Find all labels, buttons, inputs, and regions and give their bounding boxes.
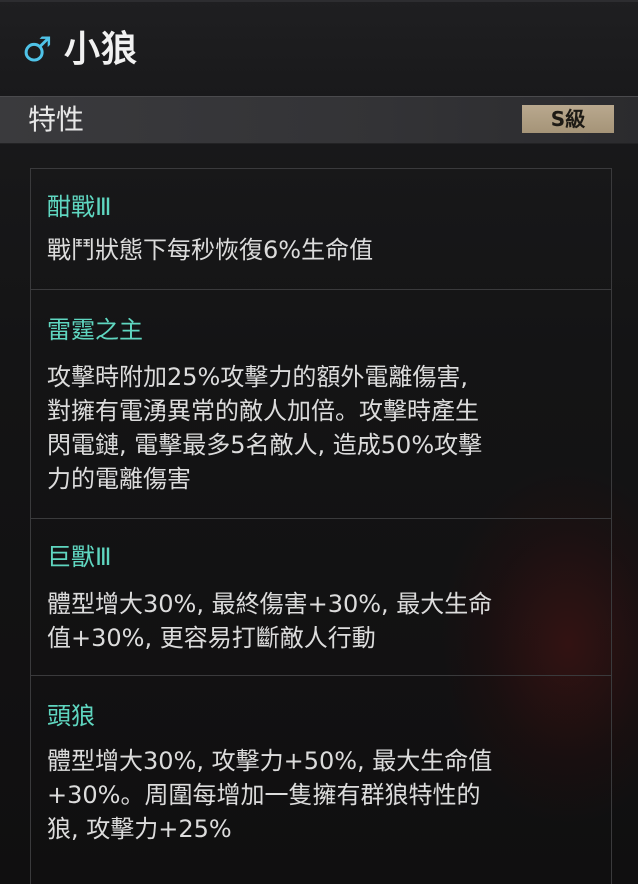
trait-description: 戰鬥狀態下每秒恢復6%生命值: [47, 236, 374, 264]
trait-description: 體型增大30%, 攻擊力+50%, 最大生命值 +30%。周圍每增加一隻擁有群狼…: [47, 747, 493, 843]
trait-name: 雷霆之主: [47, 316, 143, 344]
trait-list: 酣戰Ⅲ 戰鬥狀態下每秒恢復6%生命值 雷霆之主 攻擊時附加25%攻擊力的額外電離…: [30, 168, 612, 884]
trait-name: 巨獸Ⅲ: [47, 543, 112, 571]
grade-badge: S級: [522, 105, 614, 133]
trait-name: 頭狼: [47, 702, 95, 730]
trait-description: 體型增大30%, 最終傷害+30%, 最大生命 值+30%, 更容易打斷敵人行動: [47, 590, 493, 652]
male-icon: ♂: [22, 30, 53, 70]
header: ♂ 小狼: [0, 0, 638, 96]
pet-name-title: 小狼: [64, 29, 139, 70]
traits-section-bar: 特性 S級: [0, 96, 638, 144]
trait-item: 巨獸Ⅲ 體型增大30%, 最終傷害+30%, 最大生命 值+30%, 更容易打斷…: [31, 519, 611, 676]
trait-description: 攻擊時附加25%攻擊力的額外電離傷害, 對擁有電湧異常的敵人加倍。攻擊時產生 閃…: [47, 363, 483, 493]
pet-trait-panel: ♂ 小狼 特性 S級 酣戰Ⅲ 戰鬥狀態下每秒恢復6%生命值 雷霆之主 攻擊時附加…: [0, 0, 638, 884]
trait-item: 頭狼 體型增大30%, 攻擊力+50%, 最大生命值 +30%。周圍每增加一隻擁…: [31, 676, 611, 884]
trait-item: 雷霆之主 攻擊時附加25%攻擊力的額外電離傷害, 對擁有電湧異常的敵人加倍。攻擊…: [31, 290, 611, 519]
trait-item: 酣戰Ⅲ 戰鬥狀態下每秒恢復6%生命值: [31, 169, 611, 290]
trait-name: 酣戰Ⅲ: [47, 193, 112, 221]
header-divider: [0, 0, 638, 2]
section-label: 特性: [28, 103, 85, 136]
